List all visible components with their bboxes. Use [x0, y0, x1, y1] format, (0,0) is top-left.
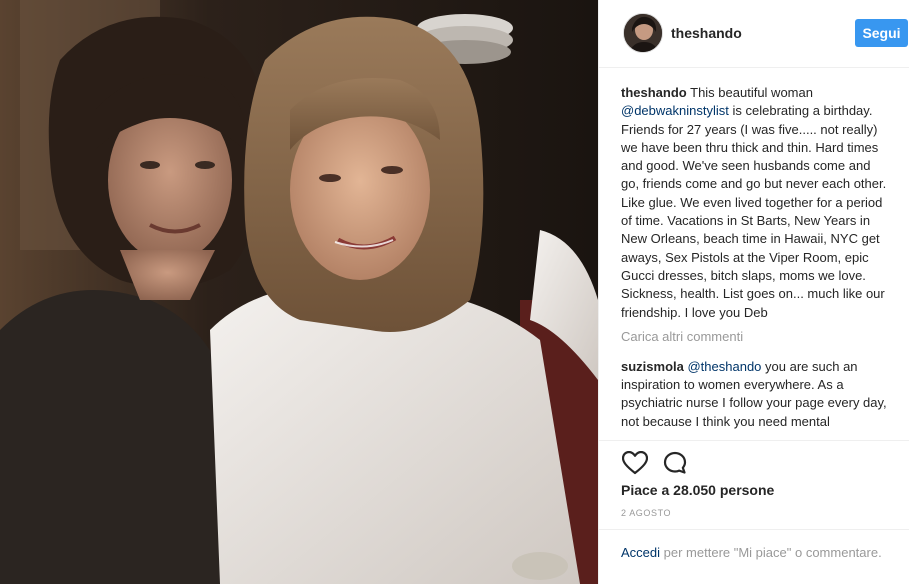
post-header: theshando Segui: [599, 0, 909, 68]
like-button[interactable]: [621, 449, 649, 477]
comment-username[interactable]: suzismola: [621, 359, 684, 374]
speech-bubble-icon: [663, 451, 687, 474]
heart-outline-icon: [622, 451, 648, 475]
post-photo[interactable]: [0, 0, 598, 584]
caption-comment: theshando This beautiful woman @debwakni…: [621, 84, 889, 322]
post-actions: Piace a 28.050 persone 2 AGOSTO: [599, 440, 909, 535]
caption-text-end: is celebrating a birthday. Friends for 2…: [621, 103, 887, 320]
avatar[interactable]: [623, 13, 663, 53]
likes-count[interactable]: Piace a 28.050 persone: [621, 482, 774, 498]
comment-button[interactable]: [661, 449, 689, 477]
comment-mention[interactable]: @theshando: [687, 359, 761, 374]
load-more-comments-link[interactable]: Carica altri commenti: [621, 328, 889, 346]
login-link[interactable]: Accedi: [621, 545, 660, 560]
post-date[interactable]: 2 AGOSTO: [621, 508, 671, 518]
post-side-panel: theshando Segui theshando This beautiful…: [598, 0, 909, 584]
caption-mention[interactable]: @debwakninstylist: [621, 103, 729, 118]
caption-username[interactable]: theshando: [621, 85, 687, 100]
follow-button[interactable]: Segui: [855, 19, 908, 47]
post-photo-image: [0, 0, 598, 584]
avatar-image: [624, 14, 662, 52]
caption-text-start: This beautiful woman: [690, 85, 813, 100]
comments-list[interactable]: theshando This beautiful woman @debwakni…: [621, 84, 889, 439]
comment-item: suzismola @theshando you are such an ins…: [621, 358, 889, 431]
header-username[interactable]: theshando: [671, 25, 742, 41]
login-prompt: Accedi per mettere "Mi piace" o commenta…: [599, 529, 909, 584]
login-prompt-text: per mettere "Mi piace" o commentare.: [663, 545, 882, 560]
